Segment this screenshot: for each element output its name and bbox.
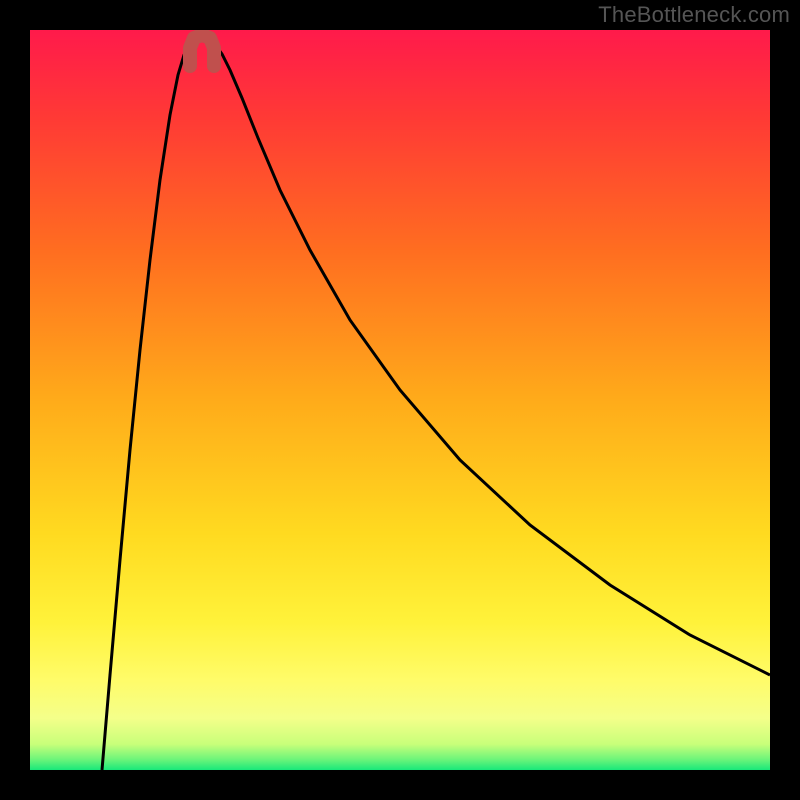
plot-area xyxy=(30,30,770,770)
watermark-text: TheBottleneck.com xyxy=(598,2,790,28)
gradient-background xyxy=(30,30,770,770)
chart-outer-frame: TheBottleneck.com xyxy=(0,0,800,800)
chart-svg xyxy=(30,30,770,770)
plot-frame xyxy=(30,30,770,770)
